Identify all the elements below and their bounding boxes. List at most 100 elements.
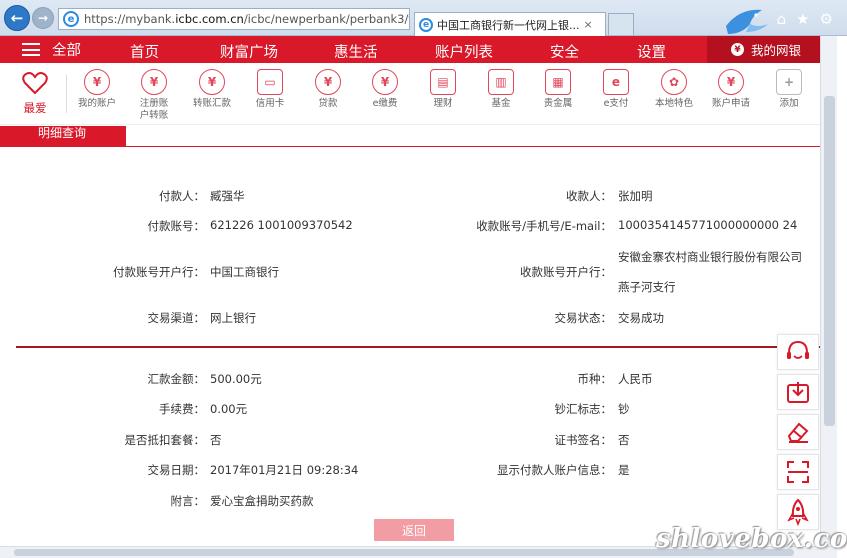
shortcut-label: e支付 xyxy=(603,98,629,109)
shortcut-e-pay[interactable]: e e支付 xyxy=(585,69,647,110)
star-icon[interactable]: ★ xyxy=(796,10,809,28)
cert-sign-value: 否 xyxy=(618,433,630,447)
shortcut-transfer[interactable]: ¥ 转账汇款 xyxy=(181,69,243,110)
show-payer-value: 是 xyxy=(618,463,630,477)
url-prefix: https://mybank. xyxy=(84,12,176,26)
nav-item-security[interactable]: 安全 xyxy=(550,41,579,62)
date-value: 2017年01月21日 09:28:34 xyxy=(210,463,359,477)
shortcut-label: 信用卡 xyxy=(255,98,285,109)
shortcut-label: 贷款 xyxy=(318,98,338,109)
favorites-button[interactable]: 最爱 xyxy=(14,71,56,116)
shortcut-label: 基金 xyxy=(491,98,511,109)
add-icon: + xyxy=(776,69,802,95)
currency-label: 币种： xyxy=(577,372,613,386)
package-label: 是否抵扣套餐： xyxy=(124,433,206,447)
forward-arrow-icon[interactable]: → xyxy=(32,7,54,29)
shortcut-e-payment[interactable]: ¥ e缴费 xyxy=(354,69,416,110)
gold-bars-icon: ▦ xyxy=(545,69,571,95)
vertical-scrollbar[interactable] xyxy=(820,36,837,546)
tab-title: 中国工商银行新一代网上银... xyxy=(437,18,580,32)
rocket-icon xyxy=(787,498,809,526)
payer-label: 付款人： xyxy=(159,189,205,203)
drop-icon: ¥ xyxy=(372,69,398,95)
shortcut-wealth[interactable]: ▤ 理财 xyxy=(412,69,474,110)
menu-icon[interactable] xyxy=(22,43,40,56)
nav-item-wealth[interactable]: 财富广场 xyxy=(220,41,278,62)
money-bag-icon: ¥ xyxy=(315,69,341,95)
credit-card-icon: ▭ xyxy=(257,69,283,95)
shortcut-label: 账户申请 xyxy=(711,98,750,109)
shortcut-row: 最爱 ¥ 我的账户 ¥ 注册账户转账 ¥ 转账汇款 ▭ 信用卡 ¥ 贷款 ¥ e… xyxy=(0,63,820,125)
shortcut-label: 本地特色 xyxy=(654,98,693,109)
shortcut-local[interactable]: ✿ 本地特色 xyxy=(643,69,705,110)
shortcut-label: 转账汇款 xyxy=(192,98,231,109)
address-bar[interactable]: e https://mybank. icbc.com.cn/icbc/newper… xyxy=(58,8,410,30)
nav-all[interactable]: 全部 xyxy=(0,39,110,60)
eraser-button[interactable] xyxy=(777,414,819,450)
main-nav: 全部 首页 财富广场 惠生活 账户列表 安全 设置 xyxy=(0,36,820,63)
shortcut-credit-card[interactable]: ▭ 信用卡 xyxy=(239,69,301,110)
shortcut-label: 贵金属 xyxy=(543,98,573,109)
shortcut-label: 添加 xyxy=(779,98,799,109)
shortcut-add[interactable]: + 添加 xyxy=(758,69,820,110)
vertical-scroll-thumb[interactable] xyxy=(824,96,835,426)
currency-value: 人民币 xyxy=(618,372,653,386)
tab-detail-query[interactable]: 明细查询 xyxy=(0,126,126,146)
payee-account-label: 收款账号/手机号/E-mail： xyxy=(476,219,612,233)
payer-bank-label: 付款账号开户行： xyxy=(113,265,205,279)
memo-label: 附言： xyxy=(170,494,206,508)
shortcut-fund[interactable]: ▥ 基金 xyxy=(470,69,532,110)
payer-bank-value: 中国工商银行 xyxy=(210,265,279,279)
section-divider xyxy=(16,346,820,348)
floating-toolbar xyxy=(777,334,821,534)
back-arrow-icon[interactable]: ← xyxy=(4,5,30,31)
fee-label: 手续费： xyxy=(159,402,205,416)
shortcut-label: 理财 xyxy=(433,98,453,109)
nav-item-home[interactable]: 首页 xyxy=(130,41,159,62)
url-rest: /icbc/newperbank/perbank3/fr xyxy=(243,12,410,26)
gear-icon[interactable]: ⚙ xyxy=(820,10,833,28)
favorites-label: 最爱 xyxy=(23,101,47,115)
home-icon[interactable]: ⌂ xyxy=(777,10,787,28)
ie-icon: e xyxy=(63,11,79,27)
browser-tab[interactable]: e 中国工商银行新一代网上银... × xyxy=(414,12,606,36)
yen-exchange-icon: ¥ xyxy=(199,69,225,95)
shortcut-loan[interactable]: ¥ 贷款 xyxy=(297,69,359,110)
cert-sign-label: 证书签名： xyxy=(554,433,613,447)
payee-bank-value-line1: 安徽金寨农村商业银行股份有限公司 xyxy=(618,250,802,264)
shortcut-account-apply[interactable]: ¥ 账户申请 xyxy=(700,69,762,110)
tab-close-icon[interactable]: × xyxy=(584,18,593,31)
scan-button[interactable] xyxy=(777,454,819,490)
scan-icon xyxy=(787,461,809,483)
payer-account-label: 付款账号： xyxy=(147,219,206,233)
tab-underline xyxy=(0,146,820,147)
customer-service-button[interactable] xyxy=(777,334,819,370)
nav-item-settings[interactable]: 设置 xyxy=(637,41,666,62)
back-button[interactable]: 返回 xyxy=(374,519,454,541)
my-bank-button[interactable]: ¥ 我的网银 xyxy=(707,36,820,63)
show-payer-label: 显示付款人账户信息： xyxy=(497,463,612,477)
nav-item-accounts[interactable]: 账户列表 xyxy=(435,41,493,62)
heart-icon xyxy=(22,72,48,95)
shortcut-precious-metal[interactable]: ▦ 贵金属 xyxy=(527,69,589,110)
shortcut-my-account[interactable]: ¥ 我的账户 xyxy=(66,69,128,110)
detail-panel: 明细查询 付款人： 臧强华 收款人： 张加明 付款账号： 621226 1001… xyxy=(0,126,820,546)
shortcut-registered-transfer[interactable]: ¥ 注册账户转账 xyxy=(122,69,186,122)
new-tab-button[interactable] xyxy=(608,13,634,35)
nav-item-life[interactable]: 惠生活 xyxy=(334,41,378,62)
calculator-icon: ▤ xyxy=(430,69,456,95)
cash-flag-value: 钞 xyxy=(618,402,630,416)
payer-value: 臧强华 xyxy=(210,189,245,203)
download-icon xyxy=(787,382,809,403)
shortcut-label: 注册账户转账 xyxy=(139,98,169,121)
amount-label: 汇款金额： xyxy=(147,372,206,386)
cash-flag-label: 钞汇标志： xyxy=(554,402,613,416)
status-value: 交易成功 xyxy=(618,311,664,325)
download-button[interactable] xyxy=(777,374,819,410)
shortcut-label: 我的账户 xyxy=(77,98,116,109)
eraser-icon xyxy=(787,422,809,443)
date-label: 交易日期： xyxy=(147,463,206,477)
account-apply-icon: ¥ xyxy=(718,69,744,95)
payee-bank-value-line2: 燕子河支行 xyxy=(618,280,676,294)
bar-chart-icon: ▥ xyxy=(488,69,514,95)
